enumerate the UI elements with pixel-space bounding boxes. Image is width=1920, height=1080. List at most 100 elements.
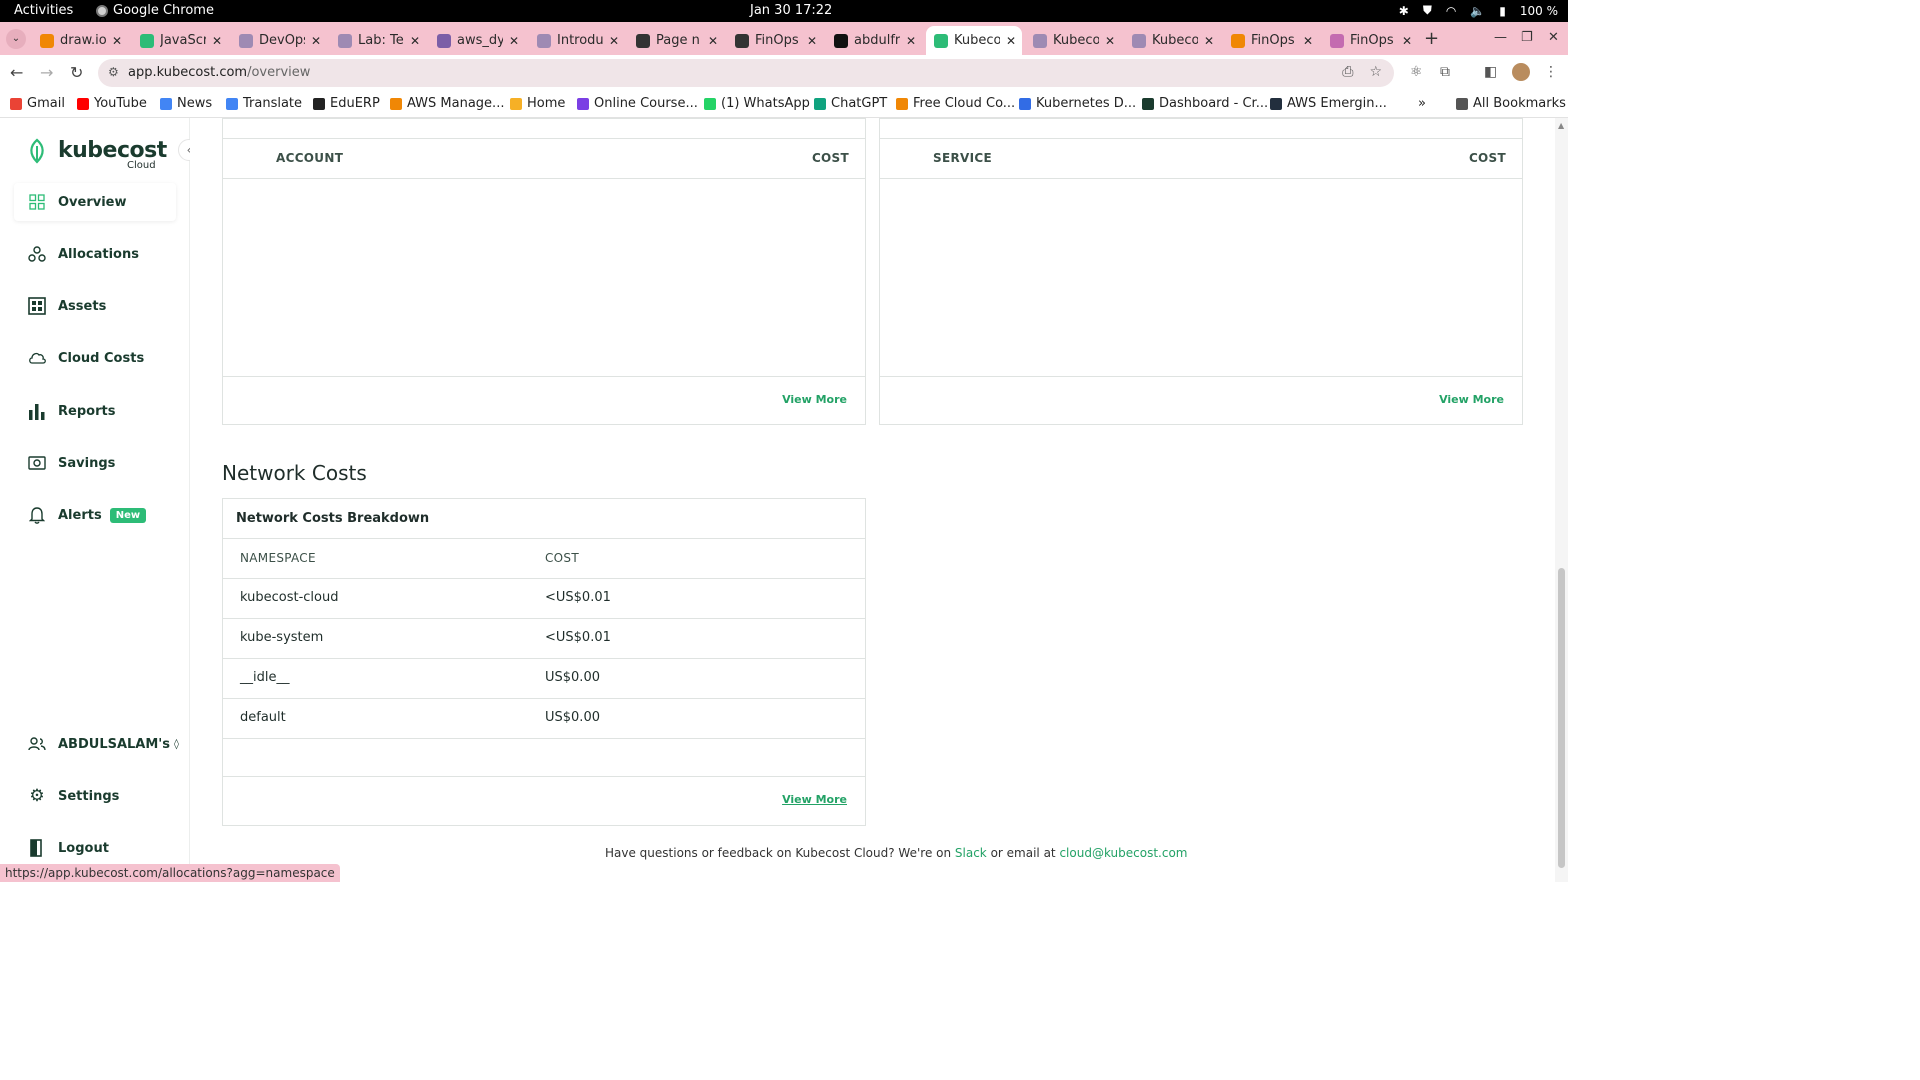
extensions-icon[interactable]: ⧉	[1440, 64, 1450, 80]
bookmark-item[interactable]: (1) WhatsApp	[704, 96, 810, 111]
bookmark-label: ChatGPT	[831, 96, 888, 111]
maximize-icon[interactable]: ❐	[1521, 30, 1533, 45]
bookmark-item[interactable]: AWS Emergin...	[1270, 96, 1387, 111]
browser-tab[interactable]: Introdu ✕	[529, 26, 625, 55]
bookmark-favicon-icon	[1270, 97, 1282, 110]
address-bar[interactable]: ⚙ app.kubecost.com/overview ⎙ ☆	[98, 59, 1394, 87]
browser-tab[interactable]: FinOps ✕	[1322, 26, 1418, 55]
nav-allocations[interactable]: Allocations	[14, 235, 176, 273]
bookmark-item[interactable]: News	[160, 96, 212, 111]
browser-tab[interactable]: abdulfr ✕	[826, 26, 922, 55]
browser-tab[interactable]: JavaScr ✕	[132, 26, 228, 55]
bookmark-item[interactable]: Translate	[226, 96, 302, 111]
more-bookmarks-icon[interactable]: »	[1418, 96, 1426, 111]
network-view-more-link[interactable]: View More	[782, 793, 847, 806]
tab-close-icon[interactable]: ✕	[1204, 34, 1214, 48]
namespace-cell[interactable]: default	[240, 710, 286, 725]
browser-tab[interactable]: Page n ✕	[628, 26, 724, 55]
bookmark-item[interactable]: Online Course...	[577, 96, 698, 111]
account-name: ABDULSALAM's	[58, 736, 171, 752]
bookmark-label: Kubernetes D...	[1036, 96, 1137, 111]
nav-overview[interactable]: Overview	[14, 183, 176, 221]
network-costs-card: Network Costs Breakdown NAMESPACE COST k…	[222, 498, 866, 826]
slack-tray-icon: ✱	[1398, 3, 1409, 18]
tab-close-icon[interactable]: ✕	[410, 34, 420, 48]
browser-tab[interactable]: DevOps ✕	[231, 26, 327, 55]
scrollbar-thumb[interactable]	[1558, 568, 1565, 868]
bookmark-item[interactable]: Kubernetes D...	[1019, 96, 1136, 111]
bookmark-star-icon[interactable]: ☆	[1369, 64, 1382, 80]
tab-close-icon[interactable]: ✕	[807, 34, 817, 48]
bookmark-item[interactable]: Dashboard - Cr...	[1142, 96, 1268, 111]
tab-favicon-icon	[40, 33, 54, 48]
react-devtools-icon[interactable]: ⚛	[1410, 64, 1423, 80]
bookmark-item[interactable]: EduERP	[313, 96, 380, 111]
nav-logout[interactable]: Logout	[14, 829, 176, 867]
nav-cloud-costs[interactable]: Cloud Costs	[14, 339, 176, 377]
all-bookmarks-button[interactable]: All Bookmarks	[1456, 96, 1566, 111]
clock[interactable]: Jan 30 17:22	[750, 3, 832, 18]
namespace-cell[interactable]: __idle__	[240, 670, 289, 685]
browser-tab[interactable]: FinOps ✕	[1223, 26, 1319, 55]
bookmark-item[interactable]: AWS Manage...	[390, 96, 504, 111]
tab-favicon-icon	[1330, 33, 1344, 48]
close-window-icon[interactable]: ✕	[1548, 30, 1559, 45]
bookmark-item[interactable]: Free Cloud Co...	[896, 96, 1015, 111]
slack-link[interactable]: Slack	[955, 846, 987, 860]
cost-cell: US$0.00	[545, 670, 600, 685]
nav-assets[interactable]: Assets	[14, 287, 176, 325]
table-row-divider	[223, 618, 865, 619]
kubecost-leaf-icon	[30, 138, 44, 164]
new-tab-button[interactable]: +	[1424, 28, 1439, 49]
tab-favicon-icon	[636, 33, 650, 48]
browser-tab[interactable]: Kubeco ✕	[926, 26, 1022, 55]
bookmark-item[interactable]: Home	[510, 96, 565, 111]
tab-close-icon[interactable]: ✕	[1105, 34, 1115, 48]
bookmark-item[interactable]: YouTube	[77, 96, 147, 111]
site-info-icon[interactable]: ⚙	[108, 65, 119, 79]
namespace-cell[interactable]: kubecost-cloud	[240, 590, 338, 605]
nav-alerts[interactable]: Alerts New	[14, 496, 176, 534]
nav-savings[interactable]: Savings	[14, 444, 176, 482]
side-panel-icon[interactable]: ◧	[1484, 64, 1497, 80]
email-link[interactable]: cloud@kubecost.com	[1059, 846, 1187, 860]
system-tray[interactable]: ✱ ⛊ ◠ 🔈 ▮ 100 %	[1399, 3, 1558, 18]
tab-close-icon[interactable]: ✕	[112, 34, 122, 48]
browser-menu-icon[interactable]: ⋮	[1544, 64, 1558, 80]
tab-close-icon[interactable]: ✕	[1303, 34, 1313, 48]
tab-close-icon[interactable]: ✕	[1006, 34, 1016, 48]
cost-cell: <US$0.01	[545, 630, 611, 645]
browser-tab[interactable]: FinOps ✕	[727, 26, 823, 55]
nav-settings[interactable]: ⚙ Settings	[14, 777, 176, 815]
service-view-more-link[interactable]: View More	[1439, 393, 1504, 406]
bookmark-item[interactable]: ChatGPT	[814, 96, 887, 111]
page-scrollbar[interactable]: ▲	[1555, 118, 1568, 882]
tab-close-icon[interactable]: ✕	[708, 34, 718, 48]
tab-close-icon[interactable]: ✕	[609, 34, 619, 48]
install-app-icon[interactable]: ⎙	[1342, 64, 1353, 80]
account-switcher[interactable]: ABDULSALAM's ◊	[14, 725, 179, 763]
tab-search-button[interactable]: ⌄	[6, 29, 26, 49]
nav-reports[interactable]: Reports	[14, 392, 176, 430]
browser-tab[interactable]: Kubeco ✕	[1124, 26, 1220, 55]
tab-close-icon[interactable]: ✕	[1402, 34, 1412, 48]
tab-close-icon[interactable]: ✕	[311, 34, 321, 48]
tab-close-icon[interactable]: ✕	[509, 34, 519, 48]
reload-icon[interactable]: ↻	[70, 63, 83, 82]
browser-tab[interactable]: Kubeco ✕	[1025, 26, 1121, 55]
tab-close-icon[interactable]: ✕	[906, 34, 916, 48]
forward-icon[interactable]: →	[40, 63, 53, 82]
browser-tab[interactable]: draw.io ✕	[32, 26, 128, 55]
bookmark-item[interactable]: Gmail	[10, 96, 65, 111]
scroll-up-icon[interactable]: ▲	[1558, 121, 1564, 130]
account-view-more-link[interactable]: View More	[782, 393, 847, 406]
browser-tab[interactable]: Lab: Te ✕	[330, 26, 426, 55]
activities-button[interactable]: Activities	[14, 3, 73, 18]
tab-close-icon[interactable]: ✕	[212, 34, 222, 48]
minimize-icon[interactable]: —	[1494, 30, 1507, 45]
profile-avatar[interactable]	[1512, 63, 1530, 81]
namespace-cell[interactable]: kube-system	[240, 630, 323, 645]
back-icon[interactable]: ←	[10, 63, 23, 82]
browser-tab[interactable]: aws_dy ✕	[429, 26, 525, 55]
app-menu[interactable]: Google Chrome	[96, 3, 214, 18]
